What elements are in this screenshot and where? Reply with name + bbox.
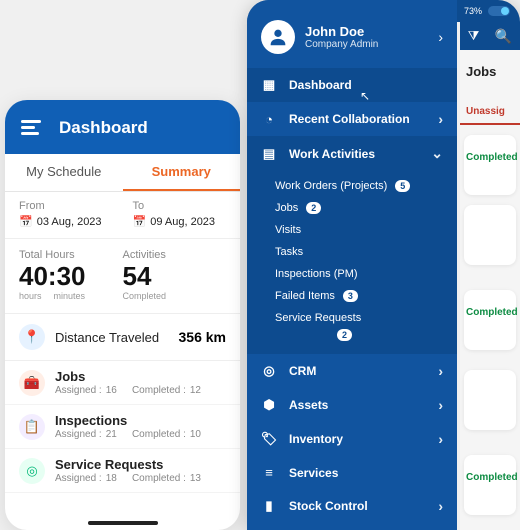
filter-icon[interactable]: ⧩: [468, 28, 480, 44]
sub-work-orders[interactable]: Work Orders (Projects) 5: [247, 175, 457, 197]
badge: 3: [343, 290, 358, 302]
nav-dashboard[interactable]: ▦ Dashboard: [247, 68, 457, 102]
activities: Activities 54 Completed: [123, 249, 227, 301]
clock-icon: ◔: [261, 112, 277, 127]
dashboard-phone: Dashboard My Schedule Summary From 📅 03 A…: [5, 100, 240, 530]
work-activities-submenu: Work Orders (Projects) 5 Jobs 2 Visits T…: [247, 171, 457, 354]
badge: 5: [395, 180, 410, 192]
user-row[interactable]: John Doe Company Admin ›: [247, 10, 457, 68]
total-hours: Total Hours 40:30 hoursminutes: [19, 249, 123, 301]
calendar-icon: 📅: [19, 215, 33, 228]
jobs-title: Jobs: [55, 369, 226, 384]
nav-sales-order[interactable]: ▥ Sales Order ›: [247, 523, 457, 530]
chevron-right-icon: ›: [438, 498, 443, 514]
date-from-label: From: [19, 200, 113, 212]
avatar: [261, 20, 295, 54]
date-from-value: 03 Aug, 2023: [37, 216, 102, 228]
nav-assets[interactable]: ⬢ Assets ›: [247, 388, 457, 422]
target-icon: ◎: [261, 363, 277, 379]
user-role: Company Admin: [305, 39, 428, 50]
clipboard-icon: 📋: [19, 414, 45, 440]
total-hours-value: 40:30: [19, 263, 123, 289]
sub-tasks[interactable]: Tasks: [247, 241, 457, 263]
distance-label: Distance Traveled: [55, 330, 169, 345]
chevron-down-icon: ⌄: [431, 145, 443, 162]
date-to-value: 09 Aug, 2023: [150, 216, 215, 228]
activities-sub: Completed: [123, 291, 227, 301]
badge: 2: [337, 329, 352, 341]
nav-inventory[interactable]: 🏷 Inventory ›: [247, 422, 457, 456]
total-hours-label: Total Hours: [19, 249, 123, 261]
chevron-right-icon: ›: [438, 431, 443, 447]
chevron-right-icon: ›: [438, 397, 443, 413]
date-to[interactable]: To 📅09 Aug, 2023: [133, 200, 227, 228]
grid-icon: ▦: [261, 77, 277, 93]
sub-visits[interactable]: Visits: [247, 219, 457, 241]
list-icon: ▤: [261, 146, 277, 162]
activities-label: Activities: [123, 249, 227, 261]
bg-jobs-tab[interactable]: Jobs: [460, 54, 520, 89]
tab-summary[interactable]: Summary: [123, 154, 241, 191]
tag-icon: 🏷: [261, 431, 277, 447]
chip-unassigned[interactable]: Unassig: [460, 102, 520, 125]
sub-failed-items[interactable]: Failed Items 3: [247, 285, 457, 307]
home-indicator: [88, 521, 158, 525]
distance-value: 356 km: [179, 329, 226, 345]
tabs: My Schedule Summary: [5, 154, 240, 192]
person-icon: [267, 26, 289, 48]
nav-work-activities[interactable]: ▤ Work Activities ⌄: [247, 136, 457, 171]
cube-icon: ⬢: [261, 397, 277, 413]
bg-card[interactable]: [464, 370, 516, 430]
nav-drawer: John Doe Company Admin › ▦ Dashboard ◔ R…: [247, 0, 457, 530]
badge: 2: [306, 202, 321, 214]
list-icon: ≡: [261, 465, 277, 480]
bg-card[interactable]: [464, 205, 516, 265]
nav-services[interactable]: ≡ Services: [247, 456, 457, 489]
chip-completed: Completed: [460, 468, 520, 487]
nav-crm[interactable]: ◎ CRM ›: [247, 354, 457, 388]
calendar-icon: 📅: [133, 215, 147, 228]
menu-icon[interactable]: [21, 120, 41, 136]
briefcase-icon: 🧰: [19, 370, 45, 396]
nav-recent-collaboration[interactable]: ◔ Recent Collaboration ›: [247, 102, 457, 136]
toggle-icon: [488, 6, 510, 16]
sub-service-requests-badge: 2: [247, 329, 457, 346]
drawer-phone: 73% ⧩ 🔍 Jobs Unassig Completed Completed…: [247, 0, 520, 530]
distance-row[interactable]: 📍 Distance Traveled 356 km: [5, 314, 240, 361]
chevron-right-icon: ›: [438, 363, 443, 379]
sub-jobs[interactable]: Jobs 2: [247, 197, 457, 219]
sub-service-requests[interactable]: Service Requests: [247, 307, 457, 329]
inspections-title: Inspections: [55, 413, 226, 428]
user-name: John Doe: [305, 24, 428, 39]
battery-pct: 73%: [464, 6, 482, 16]
inspections-row[interactable]: 📋 Inspections Assigned :21 Completed :10: [5, 405, 240, 449]
page-title: Dashboard: [59, 118, 148, 138]
document-icon: ▮: [261, 498, 277, 514]
service-requests-row[interactable]: ◎ Service Requests Assigned :18 Complete…: [5, 449, 240, 493]
date-to-label: To: [133, 200, 227, 212]
stats-row: Total Hours 40:30 hoursminutes Activitie…: [5, 239, 240, 314]
service-icon: ◎: [19, 458, 45, 484]
search-icon[interactable]: 🔍: [495, 28, 512, 45]
jobs-row[interactable]: 🧰 Jobs Assigned :16 Completed :12: [5, 361, 240, 405]
chip-completed: Completed: [460, 303, 520, 322]
toolbar-right: ⧩ 🔍: [460, 22, 520, 50]
location-icon: 📍: [19, 324, 45, 350]
date-range: From 📅03 Aug, 2023 To 📅09 Aug, 2023: [5, 192, 240, 239]
nav-stock-control[interactable]: ▮ Stock Control ›: [247, 489, 457, 523]
service-requests-title: Service Requests: [55, 457, 226, 472]
activities-value: 54: [123, 263, 227, 289]
chevron-right-icon: ›: [438, 29, 443, 45]
background-strip: [460, 22, 520, 530]
chevron-right-icon: ›: [438, 111, 443, 127]
sub-inspections[interactable]: Inspections (PM): [247, 263, 457, 285]
date-from[interactable]: From 📅 03 Aug, 2023: [19, 200, 113, 228]
tab-my-schedule[interactable]: My Schedule: [5, 154, 123, 191]
header: Dashboard: [5, 100, 240, 154]
chip-completed: Completed: [460, 148, 520, 167]
